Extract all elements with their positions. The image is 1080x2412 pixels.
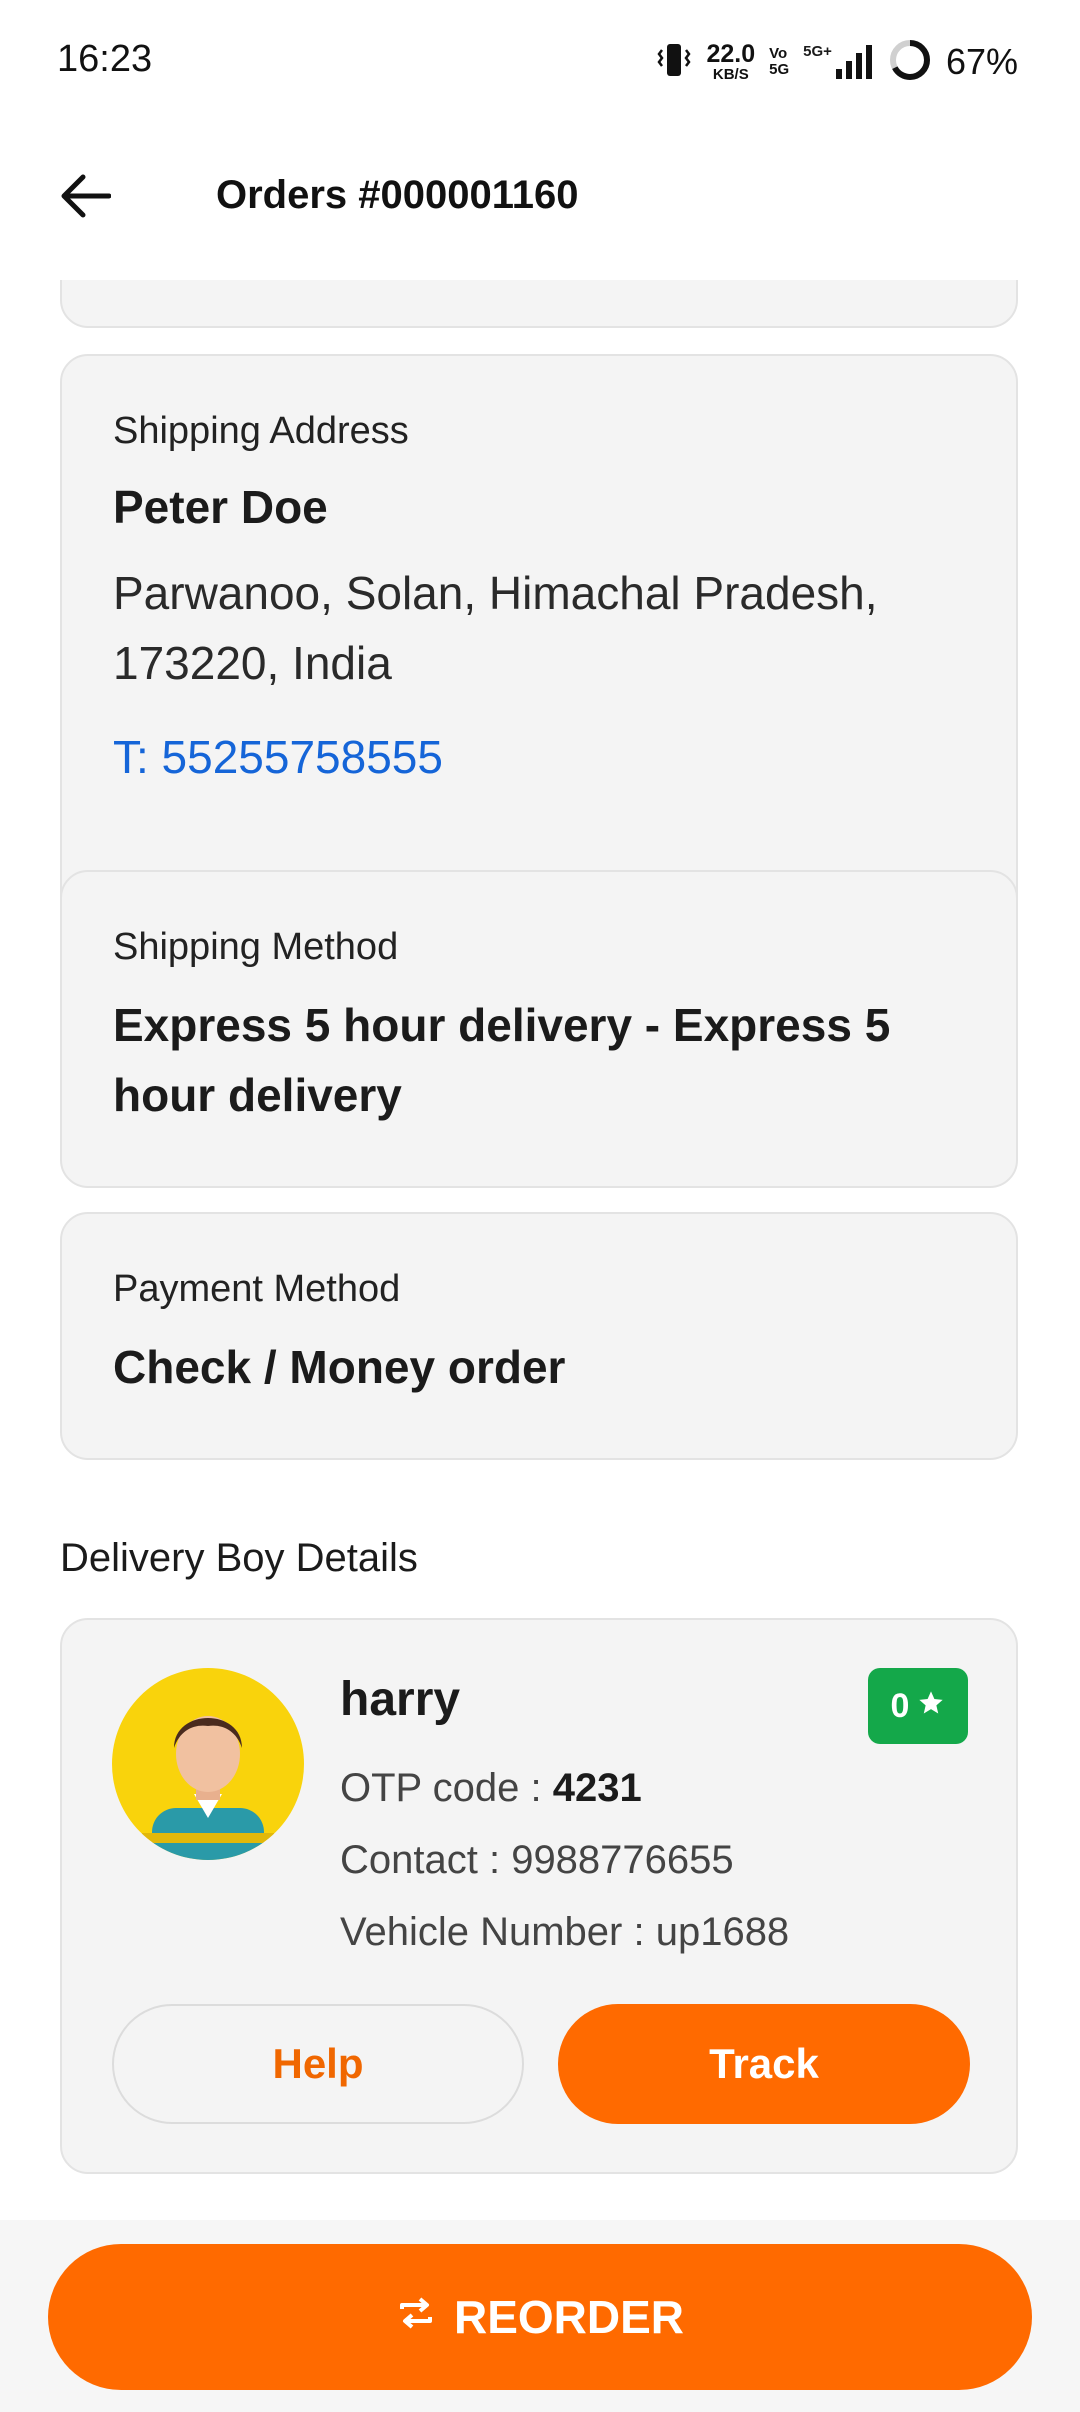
delivery-boy-name: harry — [340, 1673, 461, 1726]
rating-value: 0 — [890, 1686, 910, 1725]
address-line-1: Parwanoo, Solan, Himachal Pradesh, — [113, 567, 878, 619]
network-type: 5G+ — [803, 43, 832, 60]
page-title: Orders #000001160 — [216, 173, 579, 217]
app-bar: Orders #000001160 — [0, 125, 1080, 280]
shipping-method-card: Shipping Method Express 5 hour delivery … — [60, 870, 1018, 1188]
delivery-boy-heading: Delivery Boy Details — [60, 1536, 418, 1580]
status-icons: 22.0 KB/S Vo 5G 5G+ 67% — [656, 36, 1018, 88]
phone-link[interactable]: T: 55255758555 — [113, 730, 443, 784]
payment-method-value: Check / Money order — [113, 1341, 566, 1393]
shipping-method-value-2: hour delivery — [113, 1069, 402, 1121]
network-speed-unit: KB/S — [712, 66, 749, 83]
rating-badge: 0 — [868, 1668, 968, 1744]
signal-icon: 5G+ — [803, 43, 874, 81]
volte-top: Vo — [769, 44, 788, 62]
shipping-address-label: Shipping Address — [113, 410, 409, 452]
status-bar: 16:23 22.0 KB/S Vo 5G 5G+ 67% — [0, 0, 1080, 125]
delivery-boy-avatar — [112, 1668, 304, 1860]
contact-line: Contact : 9988776655 — [340, 1838, 734, 1882]
otp-value: 4231 — [552, 1766, 642, 1810]
help-button[interactable]: Help — [112, 2004, 524, 2124]
volte-indicator: Vo 5G — [769, 44, 790, 79]
payment-method-label: Payment Method — [113, 1268, 401, 1310]
back-button[interactable] — [50, 163, 120, 233]
shipping-method-value-1: Express 5 hour delivery - Express 5 — [113, 999, 891, 1051]
shipping-method-label: Shipping Method — [113, 926, 399, 968]
address-line-2: 173220, India — [113, 637, 392, 689]
battery-percent: 67% — [945, 41, 1018, 82]
vehicle-line: Vehicle Number : up1688 — [340, 1910, 790, 1954]
payment-method-card: Payment Method Check / Money order — [60, 1212, 1018, 1460]
reorder-button[interactable]: REORDER — [48, 2244, 1032, 2390]
status-time: 16:23 — [57, 38, 153, 80]
previous-card — [60, 280, 1018, 328]
arrow-left-icon — [59, 173, 112, 224]
recipient-name: Peter Doe — [113, 481, 328, 533]
otp-line: OTP code : 4231 — [340, 1766, 642, 1811]
vibrate-icon — [656, 40, 692, 85]
delivery-boy-card: harry 0 OTP code : 4231 Contact : 998877… — [60, 1618, 1018, 2174]
repeat-icon — [396, 2290, 436, 2344]
star-icon — [917, 1687, 945, 1726]
volte-bottom: 5G — [769, 61, 790, 78]
reorder-label: REORDER — [453, 2291, 685, 2343]
otp-label: OTP code : — [340, 1766, 553, 1810]
battery-ring-icon — [888, 38, 932, 87]
track-button[interactable]: Track — [558, 2004, 970, 2124]
network-speed-value: 22.0 — [706, 40, 756, 68]
order-details-scroll[interactable]: Shipping Address Peter Doe Parwanoo, Sol… — [0, 280, 1080, 2220]
bottom-bar: REORDER — [0, 2220, 1080, 2412]
network-speed: 22.0 KB/S — [706, 40, 756, 83]
